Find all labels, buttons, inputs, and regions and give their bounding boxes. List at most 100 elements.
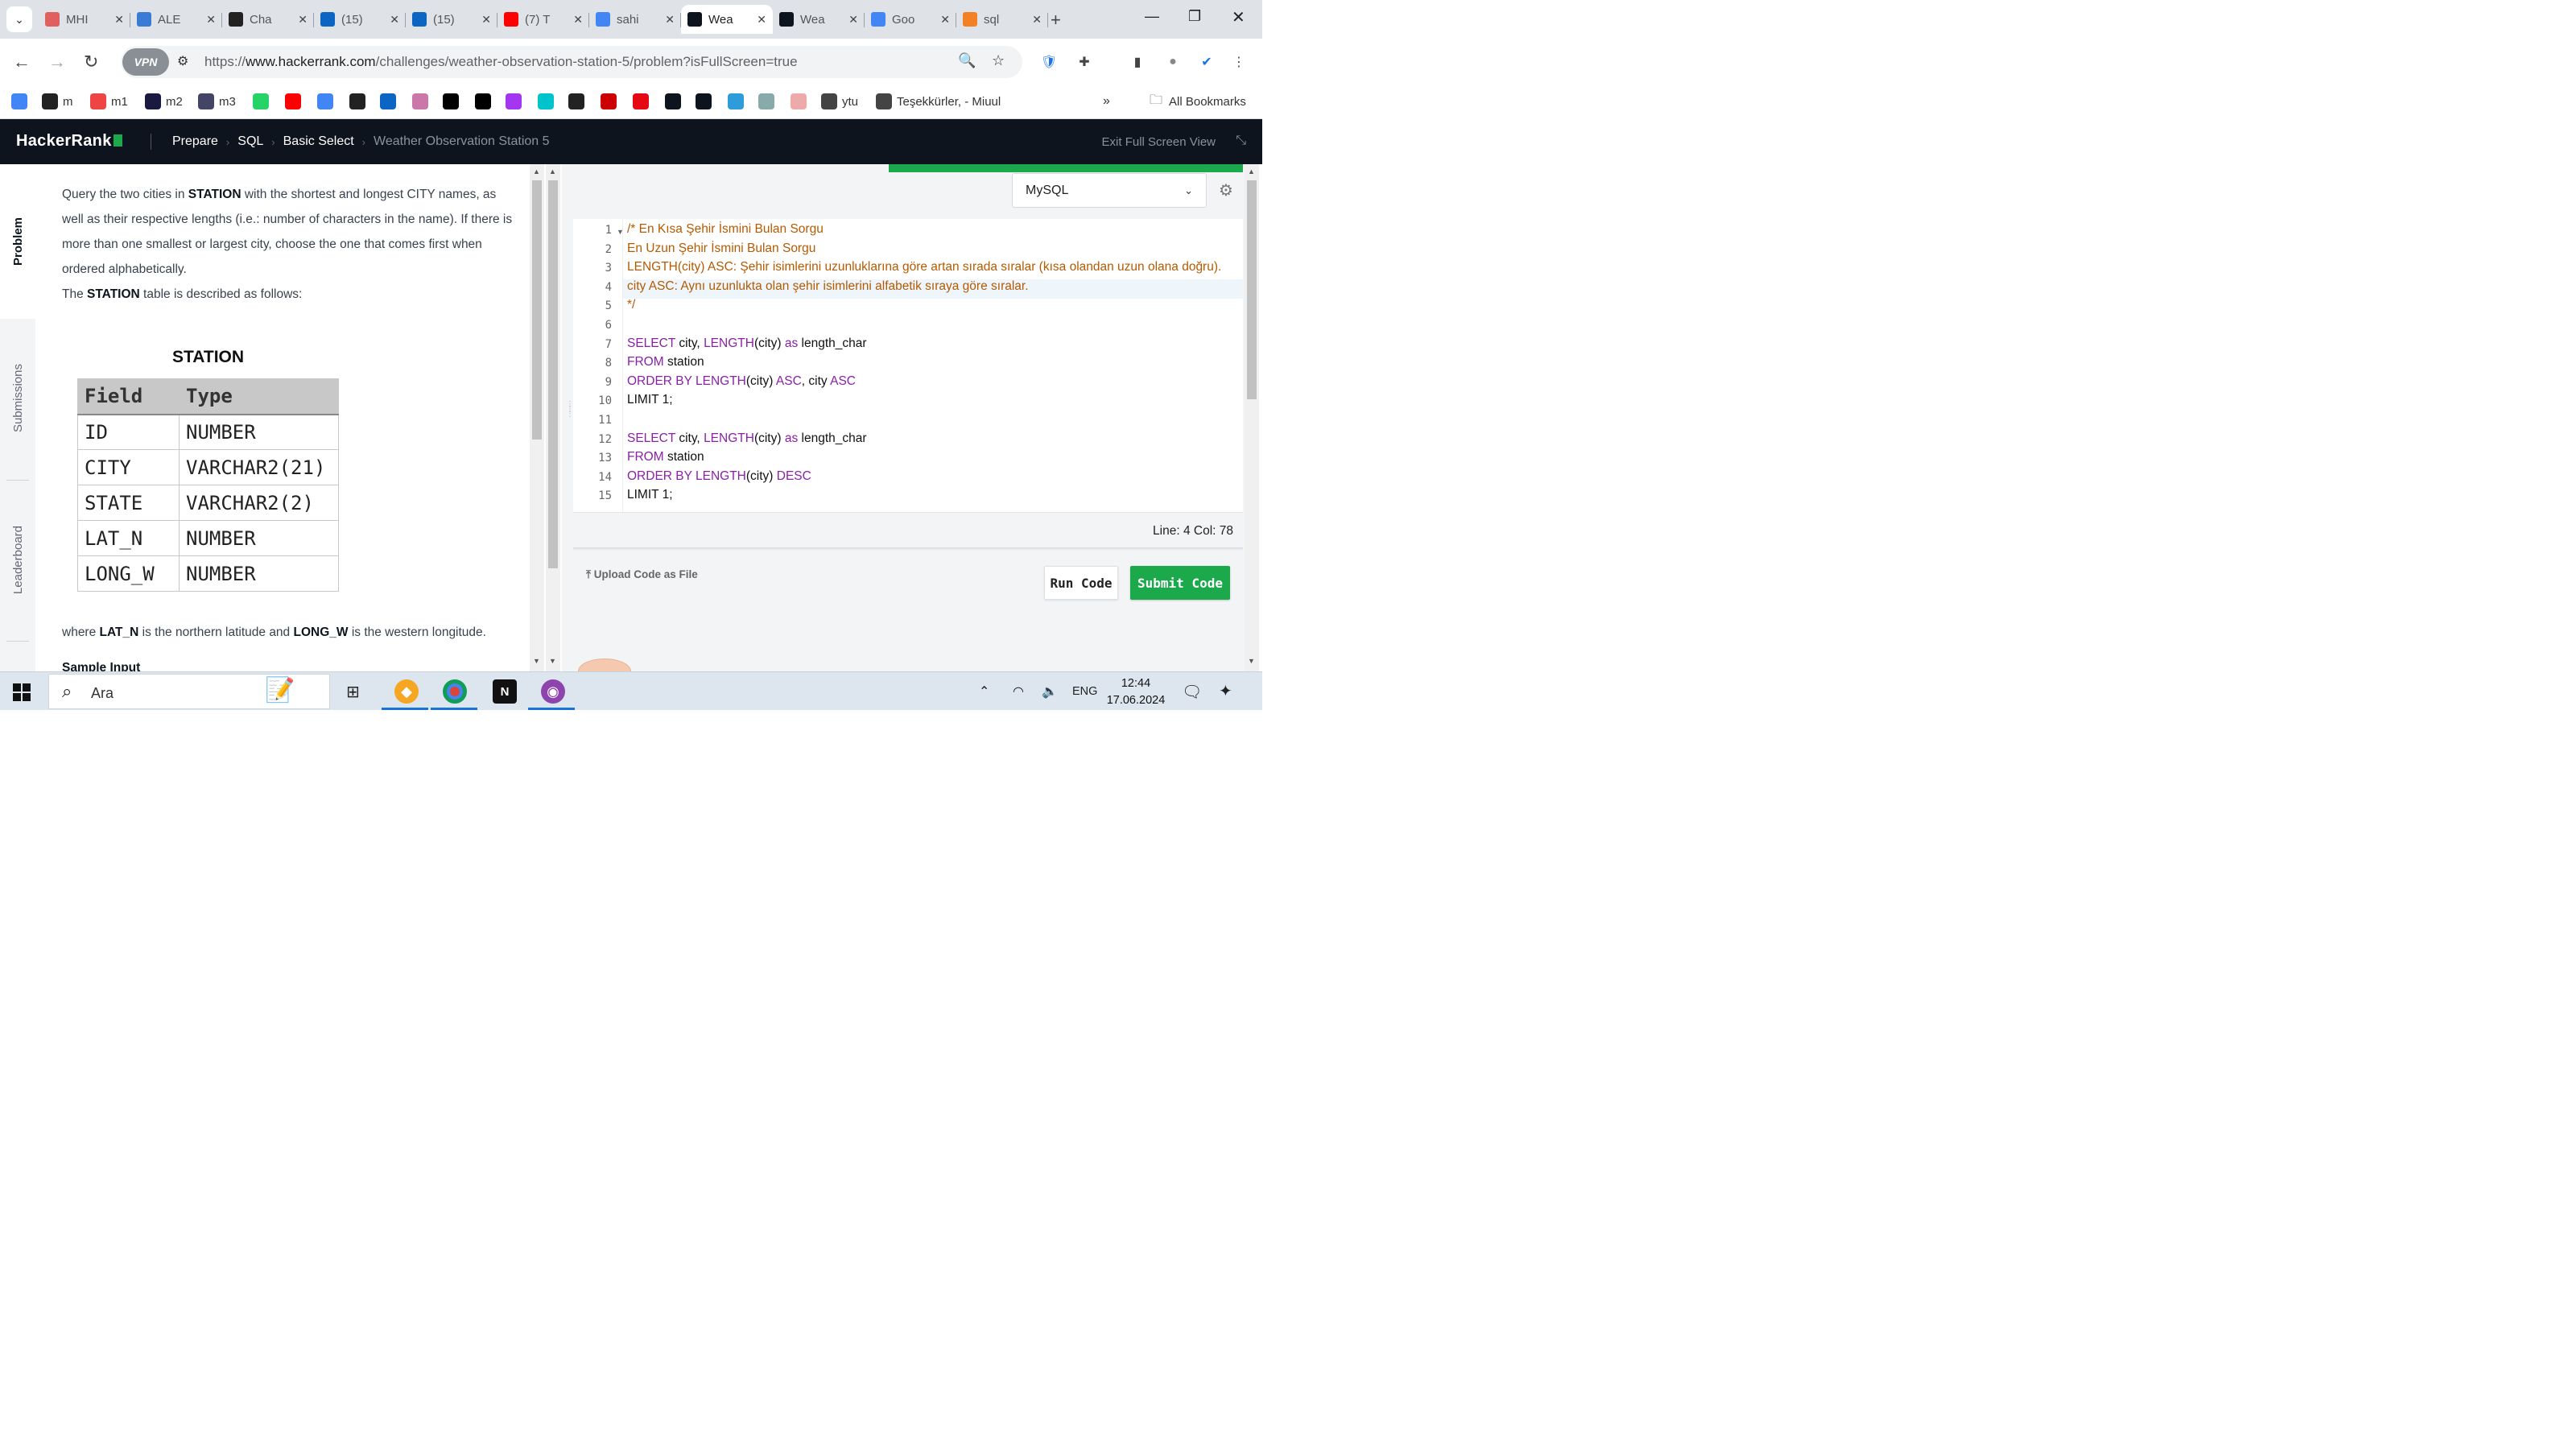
wifi-icon[interactable]: ◠ [1013, 683, 1024, 700]
browser-tab[interactable]: sahi ✕ [589, 5, 681, 34]
code-line[interactable]: LIMIT 1; [627, 393, 673, 407]
system-clock[interactable]: 12:44 17.06.2024 [1104, 675, 1167, 709]
tab-problem[interactable]: Problem [0, 164, 35, 319]
tab-close-icon[interactable]: ✕ [1032, 13, 1042, 27]
code-line[interactable]: /* En Kısa Şehir İsmini Bulan Sorgu [627, 222, 824, 237]
tray-chevron-up-icon[interactable]: ⌃ [979, 683, 989, 700]
bookmark-item[interactable] [665, 92, 686, 111]
taskbar-search-box[interactable]: ⌕ Ara 📝 [48, 674, 330, 709]
breadcrumb-basic-select[interactable]: Basic Select [283, 134, 354, 149]
shield-extension-icon[interactable]: ✔ [1198, 53, 1216, 71]
minimize-icon[interactable]: — [1145, 8, 1159, 25]
brave-browser-icon[interactable]: ◆ [394, 679, 419, 704]
zoom-search-icon[interactable]: 🔍 [958, 52, 976, 69]
reload-icon[interactable]: ↻ [84, 52, 98, 72]
code-line[interactable]: city ASC: Aynı uzunlukta olan şehir isim… [627, 279, 1029, 294]
github-desktop-icon[interactable]: ◉ [541, 679, 565, 704]
copilot-icon[interactable]: ✦ [1219, 681, 1232, 701]
browser-tab[interactable]: Cha ✕ [222, 5, 314, 34]
bookmark-star-icon[interactable]: ☆ [992, 52, 1005, 69]
url-text[interactable]: https://www.hackerrank.com/challenges/we… [204, 54, 798, 70]
back-icon[interactable]: ← [13, 52, 31, 72]
run-code-button[interactable]: Run Code [1044, 566, 1118, 600]
browser-tab[interactable]: sql ✕ [956, 5, 1048, 34]
tab-close-icon[interactable]: ✕ [114, 13, 124, 27]
scroll-thumb[interactable] [532, 180, 542, 440]
tab-close-icon[interactable]: ✕ [573, 13, 583, 27]
code-line[interactable]: SELECT city, LENGTH(city) as length_char [627, 336, 867, 351]
tab-leaderboard[interactable]: Leaderboard [0, 480, 35, 641]
browser-tab[interactable]: ALE ✕ [130, 5, 222, 34]
bookmark-item[interactable] [380, 92, 401, 111]
code-line[interactable]: FROM station [627, 450, 704, 464]
bookmark-item[interactable] [253, 92, 274, 111]
code-line[interactable]: En Uzun Şehir İsmini Bulan Sorgu [627, 242, 815, 256]
bookmark-item[interactable] [601, 92, 621, 111]
windows-start-icon[interactable] [13, 683, 31, 701]
tab-close-icon[interactable]: ✕ [940, 13, 950, 27]
close-window-icon[interactable]: ✕ [1232, 7, 1245, 27]
problem-outer-scrollbar[interactable]: ▲ ▼ [546, 164, 560, 671]
problem-scrollbar[interactable]: ▲ ▼ [530, 164, 544, 671]
tab-close-icon[interactable]: ✕ [848, 13, 858, 27]
editor-settings-gear-icon[interactable]: ⚙ [1219, 180, 1233, 200]
browser-tab[interactable]: MHI ✕ [39, 5, 130, 34]
bookmarks-overflow-icon[interactable]: » [1103, 92, 1110, 111]
browser-tab[interactable]: Wea ✕ [681, 5, 773, 34]
bookmark-item[interactable] [728, 92, 749, 111]
tab-close-icon[interactable]: ✕ [665, 13, 675, 27]
profile-avatar-icon[interactable]: ● [1164, 53, 1182, 71]
browser-tab[interactable]: Wea ✕ [773, 5, 865, 34]
language-select[interactable]: MySQL ⌄ [1012, 173, 1207, 208]
vpn-badge[interactable]: VPN [122, 48, 169, 76]
browser-tab[interactable]: Goo ✕ [865, 5, 956, 34]
bookmark-item[interactable] [11, 92, 32, 111]
bookmark-item[interactable]: m2 [145, 92, 183, 111]
task-view-icon[interactable]: ⊞ [346, 682, 360, 702]
site-settings-icon[interactable]: ⚙ [177, 53, 188, 69]
scroll-thumb[interactable] [548, 180, 558, 568]
code-line[interactable]: FROM station [627, 355, 704, 369]
scroll-up-icon[interactable]: ▲ [1248, 167, 1255, 175]
breadcrumb-prepare[interactable]: Prepare [172, 134, 218, 149]
bookmark-item[interactable] [633, 92, 654, 111]
tab-submissions[interactable]: Submissions [0, 319, 35, 478]
scroll-down-icon[interactable]: ▼ [533, 657, 540, 665]
scroll-down-icon[interactable]: ▼ [549, 657, 556, 665]
all-bookmarks-button[interactable]: 🗀 All Bookmarks [1150, 92, 1246, 111]
extensions-icon[interactable]: ✚ [1075, 53, 1093, 71]
tab-close-icon[interactable]: ✕ [390, 13, 399, 27]
tab-close-icon[interactable]: ✕ [757, 13, 766, 27]
tab-close-icon[interactable]: ✕ [206, 13, 216, 27]
bookmark-item[interactable] [568, 92, 589, 111]
input-language[interactable]: ENG [1072, 685, 1097, 698]
bookmark-item[interactable] [317, 92, 338, 111]
bookmark-item[interactable] [349, 92, 370, 111]
bookmark-item[interactable]: m [42, 92, 73, 111]
tab-close-icon[interactable]: ✕ [481, 13, 491, 27]
scroll-up-icon[interactable]: ▲ [549, 167, 556, 175]
more-menu-icon[interactable]: ⋮ [1230, 53, 1248, 71]
bookmark-item[interactable] [506, 92, 526, 111]
bookmark-item[interactable] [696, 92, 716, 111]
tab-close-icon[interactable]: ✕ [298, 13, 308, 27]
side-panel-icon[interactable]: ▮ [1129, 53, 1146, 71]
browser-tab[interactable]: (15) ✕ [406, 5, 497, 34]
volume-icon[interactable]: 🔈 [1042, 683, 1058, 700]
notion-icon[interactable]: N [493, 679, 517, 704]
code-line[interactable]: SELECT city, LENGTH(city) as length_char [627, 431, 867, 446]
restore-icon[interactable]: ❐ [1188, 8, 1201, 25]
bookmark-item[interactable] [791, 92, 811, 111]
bookmark-item[interactable]: m3 [198, 92, 236, 111]
scroll-up-icon[interactable]: ▲ [533, 167, 540, 175]
collapse-icon[interactable]: ⤡ [1236, 134, 1246, 148]
bookmark-item[interactable] [412, 92, 433, 111]
tab-search-chevron-icon[interactable]: ⌄ [6, 6, 32, 32]
bookmark-item[interactable]: m1 [90, 92, 128, 111]
scroll-down-icon[interactable]: ▼ [1248, 657, 1255, 665]
editor-scrollbar[interactable]: ▲ ▼ [1245, 164, 1259, 671]
code-line[interactable]: LENGTH(city) ASC: Şehir isimlerini uzunl… [627, 260, 1221, 275]
code-editor[interactable]: ▼ 1 /* En Kısa Şehir İsmini Bulan Sorgu 2 E… [573, 219, 1243, 512]
scroll-thumb[interactable] [1247, 180, 1257, 399]
bookmark-item[interactable]: ytu [821, 92, 858, 111]
